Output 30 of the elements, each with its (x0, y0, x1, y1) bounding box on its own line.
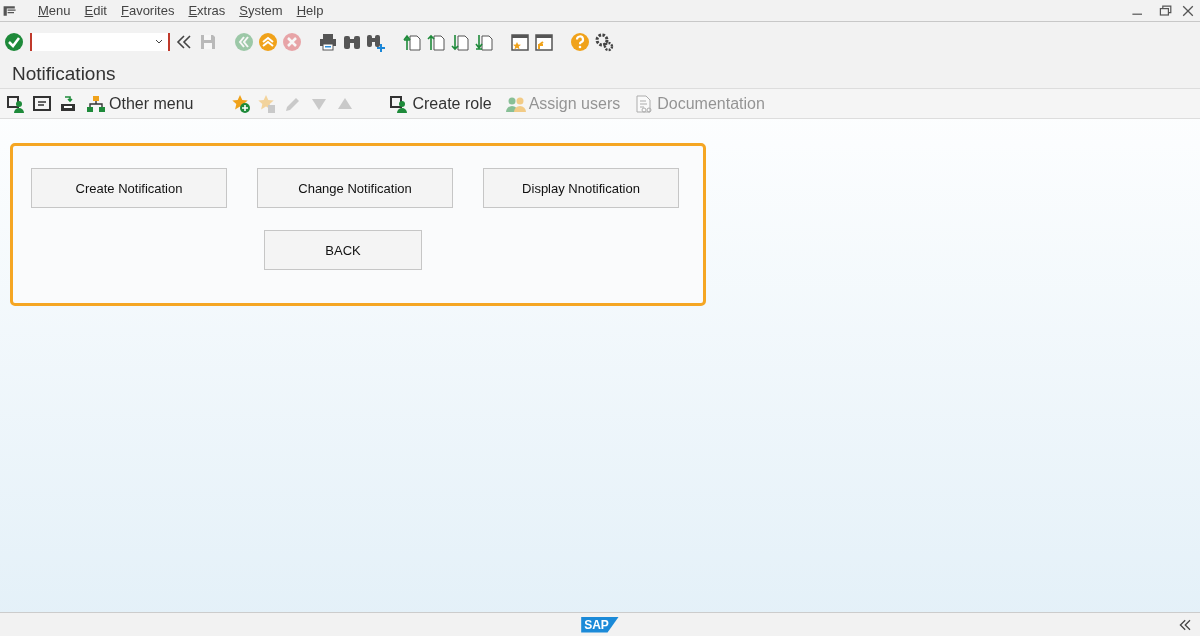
binoculars-plus-icon[interactable] (366, 32, 386, 52)
gears-icon[interactable] (594, 32, 614, 52)
toolbar-button[interactable]: Create role (387, 93, 498, 114)
menu-item[interactable]: Edit (84, 3, 107, 18)
menu-item[interactable]: Menu (38, 3, 71, 18)
menu-item[interactable]: Favorites (120, 3, 175, 18)
screen-title: Notifications (0, 62, 1200, 88)
hierarchy-icon (86, 93, 106, 114)
command-field[interactable] (30, 33, 170, 51)
user-menu-icon[interactable] (6, 93, 26, 114)
menu-item[interactable]: Extras (188, 3, 226, 18)
page-arrow-up-icon[interactable] (402, 32, 422, 52)
page-arrow-up-icon[interactable] (426, 32, 446, 52)
menu-window-icon[interactable] (32, 93, 52, 114)
user-window-icon (389, 93, 410, 114)
tray-arrow-icon[interactable] (58, 93, 78, 114)
action-button[interactable]: BACK (264, 230, 422, 270)
document-glasses-icon (634, 93, 655, 114)
checkmark-icon[interactable] (4, 32, 24, 52)
menu-item[interactable]: System (239, 3, 283, 18)
action-button[interactable]: Create Notification (31, 168, 227, 208)
action-button[interactable]: Display Nnotification (483, 168, 679, 208)
action-button[interactable]: Change Notification (257, 168, 453, 208)
printer-icon[interactable] (318, 32, 338, 52)
page-arrow-down-icon[interactable] (450, 32, 470, 52)
page-arrow-down-icon[interactable] (474, 32, 494, 52)
star-plus-icon[interactable] (231, 93, 252, 114)
menu-item[interactable]: Help (296, 3, 324, 18)
logo: SAP (581, 616, 619, 633)
toolbar-button[interactable]: Other menu (84, 93, 200, 114)
